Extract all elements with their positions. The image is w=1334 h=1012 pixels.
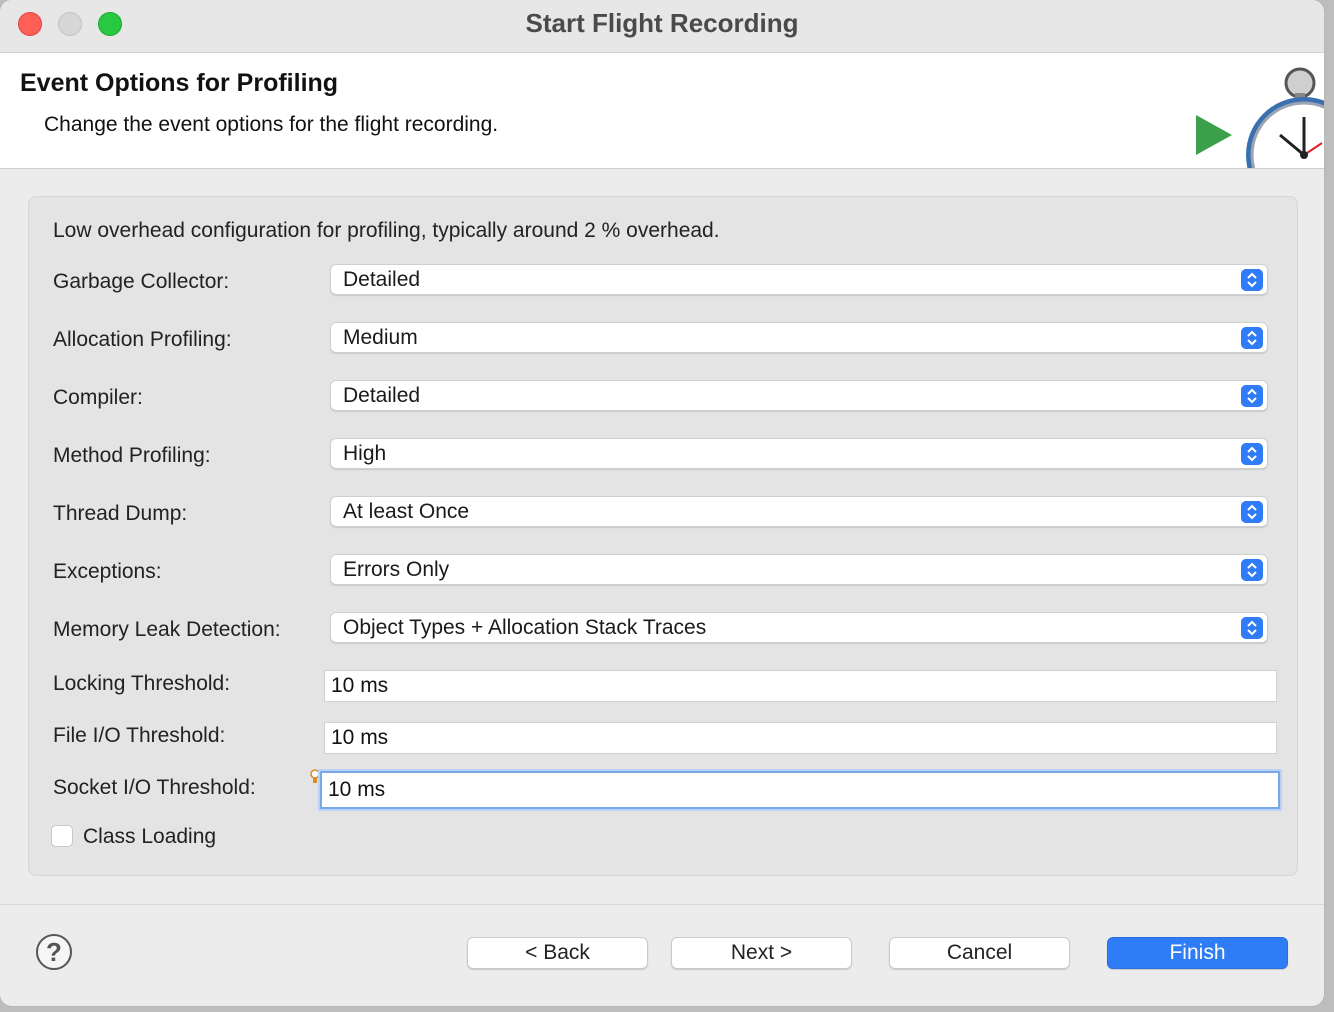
file-io-threshold-field[interactable] (324, 722, 1277, 754)
next-button[interactable]: Next > (671, 937, 852, 969)
exceptions-select[interactable]: Errors Only (330, 554, 1268, 585)
stepper-icon (1241, 269, 1263, 291)
event-options-group: Low overhead configuration for profiling… (28, 196, 1298, 876)
stopwatch-icon (1196, 67, 1324, 168)
footer-divider (0, 904, 1324, 905)
allocation-profiling-select[interactable]: Medium (330, 322, 1268, 353)
finish-button[interactable]: Finish (1107, 937, 1288, 969)
socket-io-threshold-field[interactable] (320, 771, 1280, 809)
stepper-icon (1241, 559, 1263, 581)
dialog-window: Start Flight Recording Event Options for… (0, 0, 1324, 1006)
file-io-threshold-label: File I/O Threshold: (53, 724, 226, 747)
memory-leak-detection-value: Object Types + Allocation Stack Traces (343, 616, 707, 639)
stepper-icon (1241, 501, 1263, 523)
thread-dump-select[interactable]: At least Once (330, 496, 1268, 527)
memory-leak-detection-label: Memory Leak Detection: (53, 618, 281, 641)
locking-threshold-label: Locking Threshold: (53, 672, 231, 695)
garbage-collector-label: Garbage Collector: (53, 270, 230, 293)
locking-threshold-field[interactable] (324, 670, 1277, 702)
configuration-description: Low overhead configuration for profiling… (53, 219, 720, 242)
lightbulb-icon (310, 769, 320, 783)
exceptions-value: Errors Only (343, 558, 450, 581)
stepper-icon (1241, 443, 1263, 465)
back-button[interactable]: < Back (467, 937, 648, 969)
page-description: Change the event options for the flight … (44, 113, 499, 136)
thread-dump-value: At least Once (343, 500, 470, 523)
title-bar: Start Flight Recording (0, 0, 1324, 53)
locking-threshold-input[interactable] (325, 671, 1276, 701)
compiler-value: Detailed (343, 384, 421, 407)
method-profiling-label: Method Profiling: (53, 444, 211, 467)
method-profiling-select[interactable]: High (330, 438, 1268, 469)
thread-dump-label: Thread Dump: (53, 502, 188, 525)
garbage-collector-select[interactable]: Detailed (330, 264, 1268, 295)
socket-io-threshold-input[interactable] (322, 773, 1278, 807)
stepper-icon (1241, 617, 1263, 639)
cancel-button[interactable]: Cancel (889, 937, 1070, 969)
allocation-profiling-label: Allocation Profiling: (53, 328, 232, 351)
class-loading-label[interactable]: Class Loading (83, 825, 216, 849)
memory-leak-detection-select[interactable]: Object Types + Allocation Stack Traces (330, 612, 1268, 643)
allocation-profiling-value: Medium (343, 326, 418, 349)
compiler-label: Compiler: (53, 386, 143, 409)
compiler-select[interactable]: Detailed (330, 380, 1268, 411)
page-title: Event Options for Profiling (20, 69, 339, 97)
window-title: Start Flight Recording (525, 8, 799, 38)
method-profiling-value: High (343, 442, 387, 465)
garbage-collector-value: Detailed (343, 268, 421, 291)
class-loading-checkbox[interactable] (51, 825, 73, 847)
file-io-threshold-input[interactable] (325, 723, 1276, 753)
stepper-icon (1241, 327, 1263, 349)
socket-io-threshold-label: Socket I/O Threshold: (53, 776, 256, 799)
stepper-icon (1241, 385, 1263, 407)
exceptions-label: Exceptions: (53, 560, 162, 583)
help-button[interactable]: ? (36, 934, 72, 970)
wizard-header: Event Options for Profiling Change the e… (0, 53, 1324, 169)
